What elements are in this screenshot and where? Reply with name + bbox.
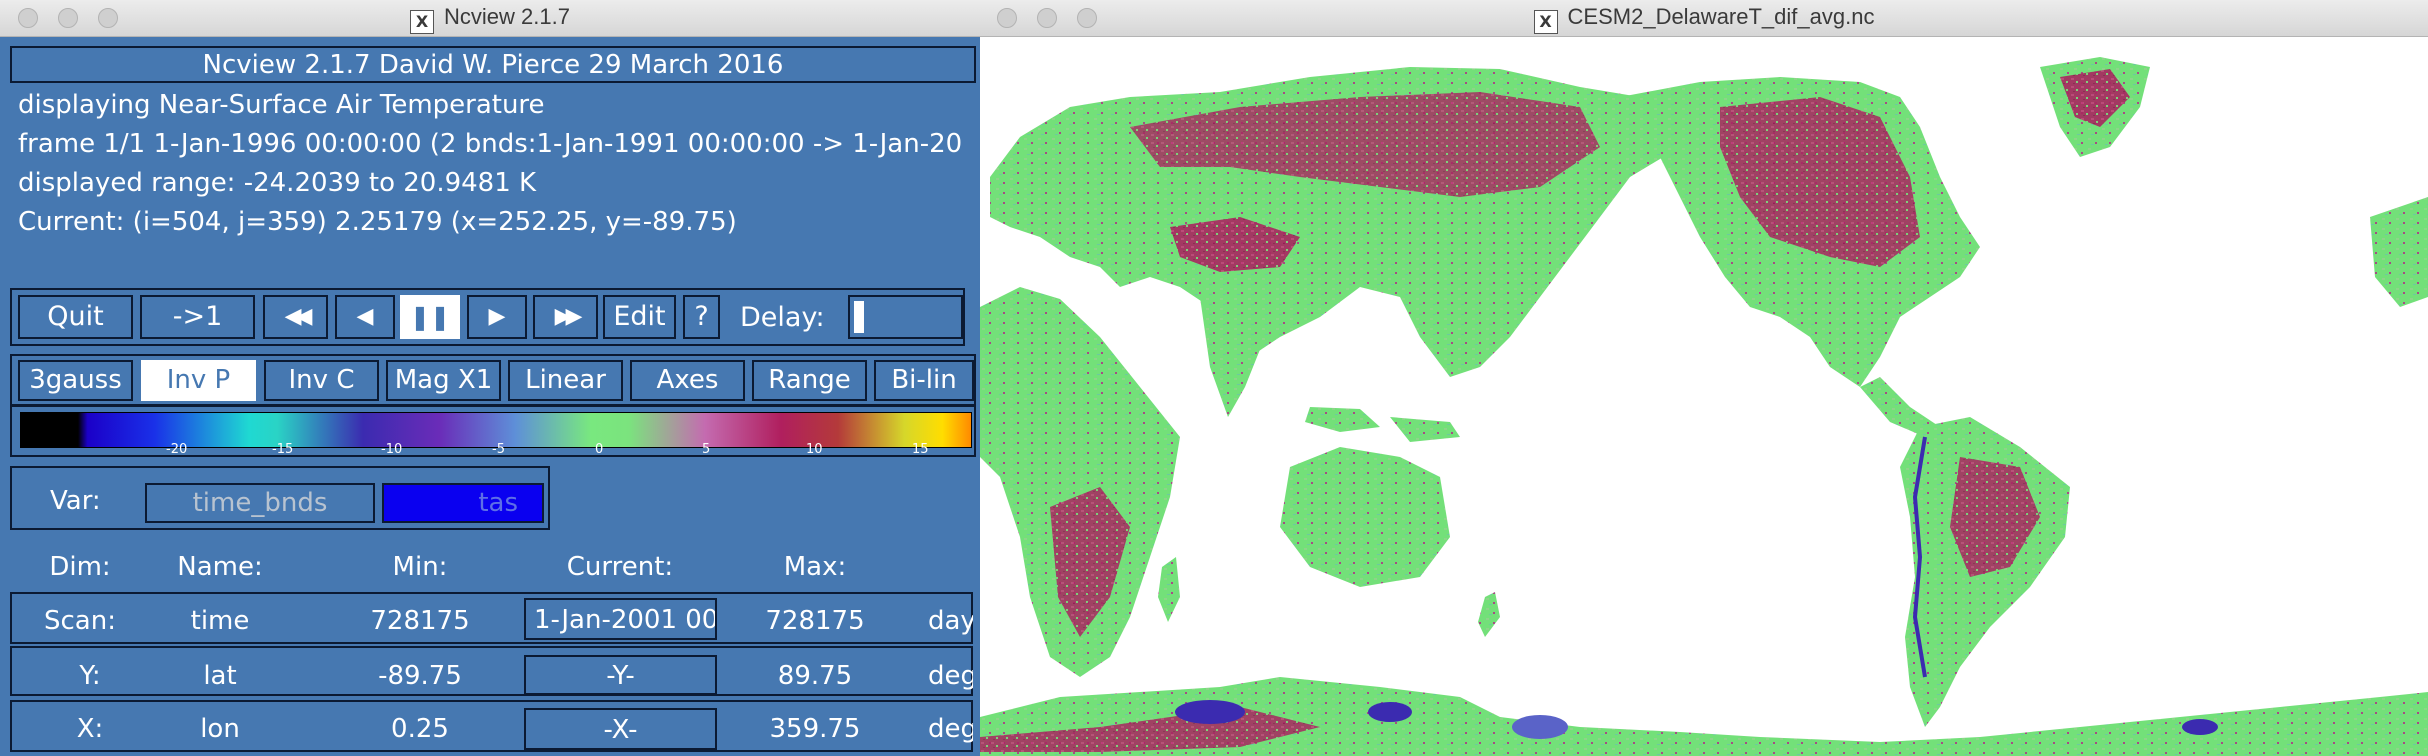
dim-name: lat xyxy=(203,661,237,691)
x11-icon: X xyxy=(410,10,435,34)
dim-min: -89.75 xyxy=(378,661,462,691)
cold-spot-antarctica xyxy=(1175,700,1245,724)
rewind-icon[interactable]: ◀◀ xyxy=(263,295,328,339)
landmass-madagascar xyxy=(1158,557,1180,622)
colorbar-tick: -10 xyxy=(381,442,403,457)
option-linear[interactable]: Linear xyxy=(508,360,623,401)
option-axes[interactable]: Axes xyxy=(630,360,745,401)
dim-max: 359.75 xyxy=(769,714,861,744)
edit-button[interactable]: Edit xyxy=(603,295,676,339)
delay-label: Delay: xyxy=(740,302,825,333)
dim-units: deg xyxy=(928,714,973,744)
dim-current[interactable]: 1-Jan-2001 00 xyxy=(524,598,717,640)
cold-spot-antarctica xyxy=(1512,715,1568,739)
window-title: X Ncview 2.1.7 xyxy=(0,4,980,34)
dim-min: 728175 xyxy=(370,606,470,636)
colorbar-tick: 5 xyxy=(702,442,711,457)
app-header: Ncview 2.1.7 David W. Pierce 29 March 20… xyxy=(202,50,784,80)
dim-units: deg xyxy=(928,661,973,691)
dim-min: 0.25 xyxy=(391,714,449,744)
var-button-tas[interactable]: tas xyxy=(382,483,544,523)
dim-name: time xyxy=(190,606,250,636)
dim-label: Scan: xyxy=(44,606,116,636)
info-range: displayed range: -24.2039 to 20.9481 K xyxy=(18,168,537,198)
titlebar[interactable]: X Ncview 2.1.7 xyxy=(0,0,980,37)
dim-current[interactable]: -Y- xyxy=(524,655,717,695)
var-label: Var: xyxy=(50,486,101,516)
info-variable: displaying Near-Surface Air Temperature xyxy=(18,90,545,120)
fast-forward-icon[interactable]: ▶▶ xyxy=(533,295,598,339)
image-window-title: X CESM2_DelawareT_dif_avg.nc xyxy=(980,4,2428,34)
info-frame: frame 1/1 1-Jan-1996 00:00:00 (2 bnds:1-… xyxy=(18,129,963,159)
temperature-map[interactable] xyxy=(980,37,2428,756)
colorbar-tick: -15 xyxy=(272,442,294,457)
dim-label: X: xyxy=(76,714,104,744)
dim-max: 728175 xyxy=(765,606,865,636)
dim-header: Dim: xyxy=(49,552,111,582)
option-bi-lin[interactable]: Bi-lin xyxy=(874,360,974,401)
dim-units: day xyxy=(928,606,973,636)
dim-current[interactable]: -X- xyxy=(524,708,717,750)
cold-spot-antarctica xyxy=(2182,719,2218,735)
option-mag[interactable]: Mag X1 xyxy=(386,360,501,401)
delay-slider-thumb[interactable] xyxy=(854,301,864,333)
dim-name: lon xyxy=(200,714,240,744)
landmass-indonesia xyxy=(1305,407,1460,442)
max-header: Max: xyxy=(783,552,847,582)
goto-first-button[interactable]: ->1 xyxy=(140,295,255,339)
option-inv-c[interactable]: Inv C xyxy=(264,360,379,401)
colorbar-tick: 15 xyxy=(912,442,929,457)
landmass-new-zealand xyxy=(1478,592,1500,637)
min-header: Min: xyxy=(392,552,448,582)
option-range[interactable]: Range xyxy=(752,360,867,401)
dim-max: 89.75 xyxy=(777,661,853,691)
current-header: Current: xyxy=(566,552,674,582)
colorbar-tick: 10 xyxy=(806,442,823,457)
pause-icon[interactable]: ❚❚ xyxy=(400,295,460,339)
colorbar-tick: 0 xyxy=(595,442,604,457)
quit-button[interactable]: Quit xyxy=(18,295,133,339)
colorbar-tick: -5 xyxy=(492,442,505,457)
delay-slider[interactable] xyxy=(848,295,963,339)
x11-icon: X xyxy=(1533,10,1558,34)
name-header: Name: xyxy=(177,552,263,582)
dim-label: Y: xyxy=(79,661,101,691)
landmass-east-edge xyxy=(2370,197,2428,307)
ncview-main-window: X Ncview 2.1.7 Ncview 2.1.7 David W. Pier… xyxy=(0,0,980,756)
option-inv-p[interactable]: Inv P xyxy=(141,360,256,401)
option-3gauss[interactable]: 3gauss xyxy=(18,360,133,401)
help-button[interactable]: ? xyxy=(683,295,720,339)
image-titlebar[interactable]: X CESM2_DelawareT_dif_avg.nc xyxy=(980,0,2428,37)
step-forward-icon[interactable]: ▶ xyxy=(467,295,527,339)
landmass-india xyxy=(1200,292,1265,417)
image-window: X CESM2_DelawareT_dif_avg.nc xyxy=(980,0,2428,756)
cold-spot-antarctica xyxy=(1368,702,1412,722)
var-button-time-bnds[interactable]: time_bnds xyxy=(145,483,375,523)
info-current: Current: (i=504, j=359) 2.25179 (x=252.2… xyxy=(18,207,737,237)
landmass-australia xyxy=(1280,447,1450,587)
header-panel: Ncview 2.1.7 David W. Pierce 29 March 20… xyxy=(10,46,976,83)
step-back-icon[interactable]: ◀ xyxy=(335,295,395,339)
colorbar-tick: -20 xyxy=(166,442,188,457)
